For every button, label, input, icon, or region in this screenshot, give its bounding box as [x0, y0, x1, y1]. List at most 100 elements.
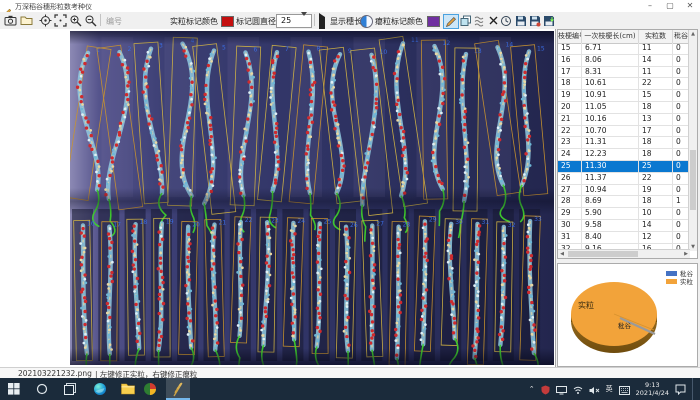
empty-color-swatch[interactable] — [427, 16, 440, 27]
table-row[interactable]: 1810.61220 — [558, 78, 690, 90]
vertical-scrollbar[interactable]: ▲ ▼ — [688, 30, 697, 251]
table-row[interactable]: 2412.23180 — [558, 149, 690, 161]
table-cell: 10.70 — [582, 126, 639, 137]
numbering-button[interactable]: 编号 — [106, 16, 122, 27]
taskbar: ⌃ 英 9:13 2021/4/24 — [0, 378, 700, 400]
scroll-up-icon[interactable]: ▲ — [689, 30, 697, 38]
filled-color-swatch[interactable] — [221, 16, 234, 27]
table-cell: 29 — [558, 208, 582, 219]
search-icon[interactable] — [34, 381, 50, 397]
tray-expand-icon[interactable]: ⌃ — [529, 385, 535, 393]
table-cell: 18 — [639, 149, 673, 160]
folder-open-icon[interactable] — [19, 14, 33, 27]
clock-date: 2021/4/24 — [636, 389, 669, 397]
table-row[interactable]: 2210.70170 — [558, 126, 690, 138]
layers-icon[interactable] — [459, 14, 473, 27]
history-clock-icon[interactable] — [499, 14, 513, 27]
close-button[interactable]: ✕ — [680, 0, 700, 12]
table-row[interactable]: 2311.31180 — [558, 137, 690, 149]
active-app-button[interactable] — [166, 378, 190, 400]
maximize-button[interactable]: ▢ — [660, 0, 680, 12]
table-row[interactable]: 156.71110 — [558, 43, 690, 55]
toolbar-separator — [314, 14, 315, 26]
empty-color-label: 瘪粒标记颜色 — [375, 16, 423, 27]
table-row[interactable]: 318.40120 — [558, 232, 690, 244]
table-body: 156.71110168.06140178.311101810.61220191… — [558, 43, 690, 249]
display-icon[interactable] — [556, 380, 567, 399]
notification-icon[interactable] — [675, 380, 686, 399]
table-row[interactable]: 2110.16130 — [558, 114, 690, 126]
table-row[interactable]: 309.58140 — [558, 220, 690, 232]
zoom-out-icon[interactable] — [83, 14, 97, 27]
file-explorer-icon[interactable] — [120, 381, 136, 397]
show-desktop-button[interactable] — [692, 378, 696, 400]
table-cell: 18 — [639, 102, 673, 113]
table-cell: 22 — [558, 126, 582, 137]
table-cell: 30 — [558, 220, 582, 231]
table-row[interactable]: 2710.94190 — [558, 185, 690, 197]
pie-label-empty: 秕谷 — [618, 320, 631, 330]
main-area: 1234567891011121314151617181920212223242… — [0, 29, 700, 367]
grain-pie-panel: 秕谷 实粒 实粒 秕谷 — [557, 263, 698, 367]
taskbar-clock[interactable]: 9:13 2021/4/24 — [636, 381, 669, 397]
legend-label-filled: 实粒 — [680, 276, 693, 286]
fit-screen-icon[interactable] — [53, 14, 67, 27]
table-cell: 11 — [639, 67, 673, 78]
table-cell: 28 — [558, 196, 582, 207]
save-icon[interactable] — [514, 14, 528, 27]
delete-x-icon[interactable] — [486, 14, 500, 27]
table-header: 枝梗编号 一次枝梗长(cm) 实粒数 秕谷 — [558, 30, 690, 44]
touch-keyboard-icon[interactable] — [619, 380, 630, 399]
status-filename: 202103221232.png — [18, 369, 92, 378]
diameter-combobox[interactable]: 25 — [276, 14, 312, 28]
task-view-icon[interactable] — [62, 381, 78, 397]
security-icon[interactable] — [541, 380, 550, 399]
panicle-photo[interactable]: 1234567891011121314151617181920212223242… — [70, 31, 554, 365]
table-cell: 12.23 — [582, 149, 639, 160]
export-icon[interactable] — [542, 14, 556, 27]
circle-diameter-label: 标记圆直径 — [236, 16, 276, 27]
image-viewer[interactable]: 1234567891011121314151617181920212223242… — [0, 29, 556, 367]
table-cell: 22 — [639, 78, 673, 89]
table-cell: 23 — [558, 137, 582, 148]
wavy-lines-icon[interactable] — [473, 14, 487, 27]
minimize-button[interactable]: – — [640, 0, 660, 12]
table-row[interactable]: 2011.05180 — [558, 102, 690, 114]
volume-muted-icon[interactable] — [589, 380, 600, 399]
table-row[interactable]: 168.06140 — [558, 55, 690, 67]
table-row[interactable]: 2611.37220 — [558, 173, 690, 185]
table-row[interactable]: 2511.30250 — [558, 161, 690, 173]
horizontal-scrollbar[interactable]: ◀ ▶ — [558, 249, 690, 258]
table-cell: 14 — [639, 220, 673, 231]
table-cell: 19 — [558, 90, 582, 101]
camera-icon[interactable] — [3, 14, 17, 27]
table-cell: 10.94 — [582, 185, 639, 196]
target-icon[interactable] — [38, 14, 52, 27]
chevron-down-icon[interactable] — [301, 16, 310, 25]
edge-browser-icon[interactable] — [92, 381, 108, 397]
scroll-down-icon[interactable]: ▼ — [689, 243, 697, 251]
legend-item-filled: 实粒 — [666, 277, 693, 285]
ime-indicator[interactable]: 英 — [606, 384, 613, 394]
table-row[interactable]: 178.31110 — [558, 67, 690, 79]
show-length-toggle[interactable] — [360, 15, 373, 28]
horizontal-scroll-thumb[interactable] — [568, 251, 638, 257]
zoom-in-icon[interactable] — [68, 14, 82, 27]
table-row[interactable]: 295.90100 — [558, 208, 690, 220]
start-button[interactable] — [6, 381, 22, 397]
table-cell: 13 — [639, 114, 673, 125]
analysis-app-icon[interactable] — [142, 381, 158, 397]
scroll-left-icon[interactable]: ◀ — [558, 250, 566, 258]
vertical-scroll-thumb[interactable] — [690, 150, 696, 210]
network-icon[interactable] — [573, 380, 583, 399]
save-as-icon[interactable] — [528, 14, 542, 27]
col-header-length: 一次枝梗长(cm) — [582, 30, 639, 43]
pie-legend: 秕谷 实粒 — [666, 269, 693, 285]
table-row[interactable]: 288.69181 — [558, 196, 690, 208]
table-cell: 24 — [558, 149, 582, 160]
table-cell: 10.91 — [582, 90, 639, 101]
scroll-right-icon[interactable]: ▶ — [682, 250, 690, 258]
toolbar: 编号 实粒标记颜色 标记圆直径 25 显示穗长 瘪粒标记颜色 — [0, 12, 700, 30]
pencil-tool-icon[interactable] — [443, 14, 459, 29]
table-row[interactable]: 1910.91150 — [558, 90, 690, 102]
